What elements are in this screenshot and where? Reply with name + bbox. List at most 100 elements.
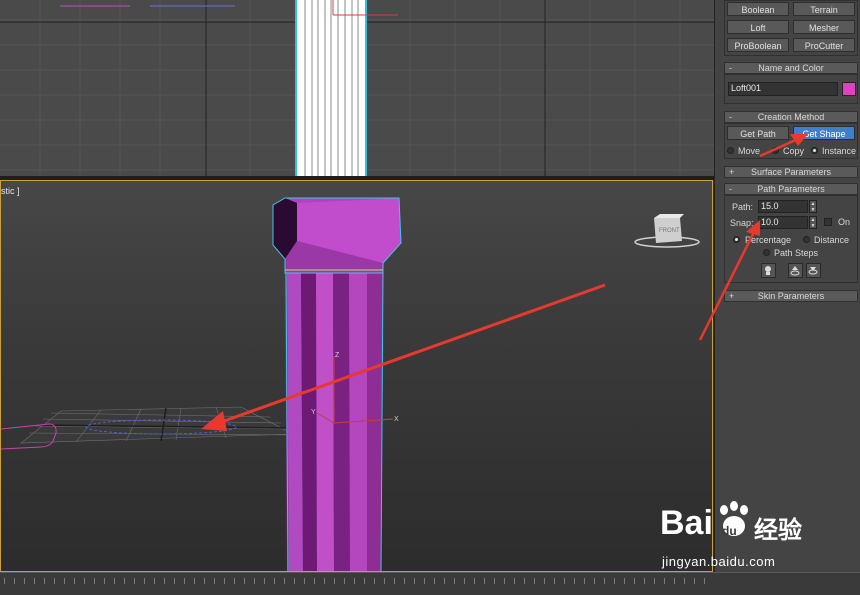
ruler-tick [64, 578, 65, 584]
ruler-tick [44, 578, 45, 584]
ruler-tick [274, 578, 275, 584]
ruler-tick [694, 578, 695, 584]
ruler-tick [394, 578, 395, 584]
ruler-tick [74, 578, 75, 584]
ruler-tick [194, 578, 195, 584]
column-object [272, 197, 402, 571]
watermark-brand-b: du [722, 524, 737, 538]
ruler-tick [584, 578, 585, 584]
ruler-tick [534, 578, 535, 584]
ruler-tick [604, 578, 605, 584]
ruler-tick [4, 578, 5, 584]
ruler-tick [664, 578, 665, 584]
ruler-tick [674, 578, 675, 584]
gizmo-z-label: Z [335, 352, 340, 359]
annotation-arrows-panel [698, 134, 808, 341]
terrain-button[interactable]: Terrain [793, 2, 855, 16]
ruler-tick [204, 578, 205, 584]
ruler-tick [654, 578, 655, 584]
ruler-tick [544, 578, 545, 584]
ruler-tick [14, 578, 15, 584]
ruler-tick [144, 578, 145, 584]
collapse-icon: - [729, 63, 732, 73]
watermark: Bai du 经验 jingyan.baidu.com [660, 500, 860, 572]
ruler-tick [344, 578, 345, 584]
ruler-tick [324, 578, 325, 584]
ruler-tick [434, 578, 435, 584]
ruler-tick [614, 578, 615, 584]
proboolean-button[interactable]: ProBoolean [727, 38, 789, 52]
ruler-tick [314, 578, 315, 584]
ruler-tick [414, 578, 415, 584]
perspective-scene: Z X Y FRONT [1, 197, 700, 571]
mesher-button[interactable]: Mesher [793, 20, 855, 34]
perspective-viewport[interactable]: stic ] Z X Y FRONT [0, 180, 713, 572]
procutter-button[interactable]: ProCutter [793, 38, 855, 52]
ruler-tick [224, 578, 225, 584]
boolean-button[interactable]: Boolean [727, 2, 789, 16]
ruler-tick [554, 578, 555, 584]
ruler-tick [134, 578, 135, 584]
rollout-title: Name and Color [758, 63, 824, 73]
rollout-name-and-color[interactable]: - Name and Color [724, 62, 858, 74]
top-viewport[interactable] [0, 0, 714, 177]
ruler-tick [634, 578, 635, 584]
ruler-tick [114, 578, 115, 584]
ruler-tick [464, 578, 465, 584]
ruler-tick [564, 578, 565, 584]
object-color-swatch[interactable] [842, 82, 856, 96]
ruler-tick [174, 578, 175, 584]
ruler-tick [684, 578, 685, 584]
time-ruler[interactable] [0, 578, 714, 592]
watermark-brand-cn: 经验 [754, 516, 802, 544]
top-viewport-grid [0, 0, 714, 176]
viewcube-face-label: FRONT [659, 228, 680, 234]
ruler-tick [444, 578, 445, 584]
object-name-input[interactable]: Loft001 [728, 82, 838, 96]
ruler-tick [34, 578, 35, 584]
ruler-tick [574, 578, 575, 584]
ruler-tick [354, 578, 355, 584]
ruler-tick [494, 578, 495, 584]
ruler-tick [404, 578, 405, 584]
ruler-tick [334, 578, 335, 584]
ruler-tick [514, 578, 515, 584]
ruler-tick [424, 578, 425, 584]
ruler-tick [124, 578, 125, 584]
gizmo-x-label: X [394, 416, 399, 423]
ruler-tick [454, 578, 455, 584]
ruler-tick [264, 578, 265, 584]
loft-button[interactable]: Loft [727, 20, 789, 34]
ruler-tick [294, 578, 295, 584]
ruler-tick [704, 578, 705, 584]
ruler-tick [474, 578, 475, 584]
ruler-tick [504, 578, 505, 584]
ruler-tick [524, 578, 525, 584]
ruler-tick [364, 578, 365, 584]
ruler-tick [254, 578, 255, 584]
ruler-tick [384, 578, 385, 584]
ruler-tick [54, 578, 55, 584]
gizmo-y-label: Y [311, 409, 316, 416]
watermark-url: jingyan.baidu.com [662, 554, 776, 569]
ruler-tick [84, 578, 85, 584]
annotation-arrow-column [201, 283, 606, 431]
ruler-tick [644, 578, 645, 584]
ruler-tick [234, 578, 235, 584]
ruler-tick [374, 578, 375, 584]
ruler-tick [94, 578, 95, 584]
ruler-tick [624, 578, 625, 584]
ruler-tick [244, 578, 245, 584]
ruler-tick [104, 578, 105, 584]
watermark-brand-a: Bai [660, 504, 713, 542]
ruler-tick [484, 578, 485, 584]
ruler-tick [154, 578, 155, 584]
ruler-tick [304, 578, 305, 584]
ruler-tick [24, 578, 25, 584]
top-loft-object [295, 0, 398, 176]
ruler-tick [164, 578, 165, 584]
ruler-tick [284, 578, 285, 584]
ruler-tick [594, 578, 595, 584]
ruler-tick [214, 578, 215, 584]
ruler-tick [184, 578, 185, 584]
